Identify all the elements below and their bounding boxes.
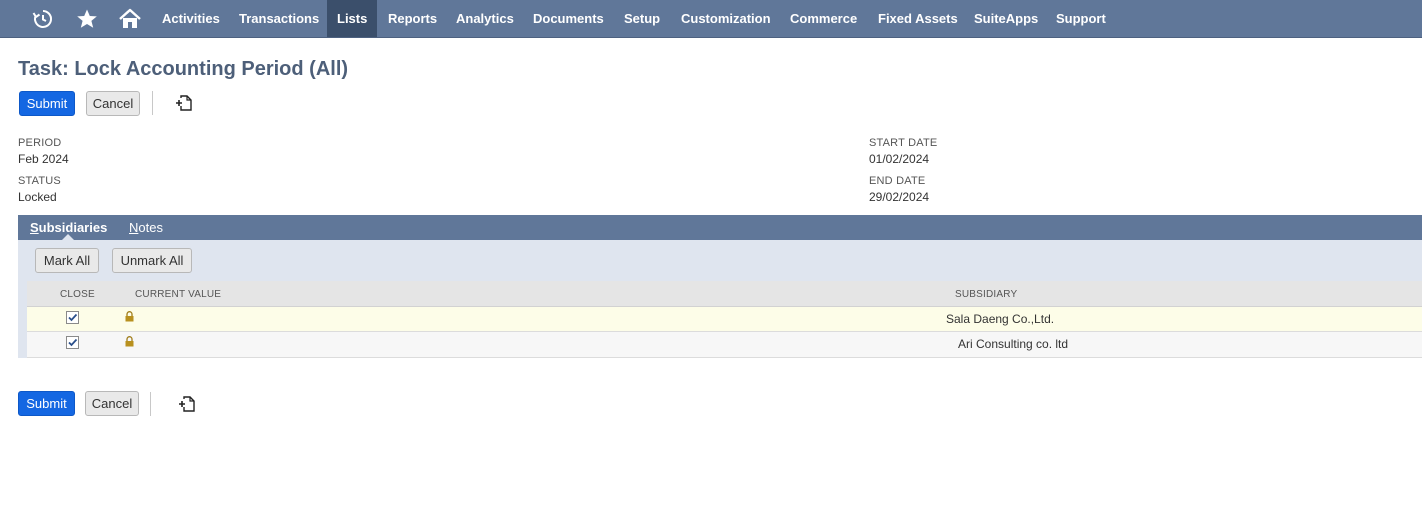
nav-reports[interactable]: Reports bbox=[378, 0, 447, 37]
nav-commerce[interactable]: Commerce bbox=[780, 0, 867, 37]
cancel-button-bottom[interactable]: Cancel bbox=[85, 391, 139, 416]
start-date-value: 01/02/2024 bbox=[869, 152, 930, 166]
nav-setup[interactable]: Setup bbox=[614, 0, 670, 37]
period-label: PERIOD bbox=[18, 137, 62, 149]
cancel-button[interactable]: Cancel bbox=[86, 91, 140, 116]
nav-transactions[interactable]: Transactions bbox=[229, 0, 329, 37]
start-date-label: START DATE bbox=[869, 137, 938, 149]
nav-support[interactable]: Support bbox=[1046, 0, 1116, 37]
nav-customization[interactable]: Customization bbox=[671, 0, 781, 37]
new-document-icon[interactable] bbox=[175, 94, 193, 112]
star-icon[interactable] bbox=[74, 0, 100, 37]
unmark-all-button[interactable]: Unmark All bbox=[112, 248, 192, 273]
mark-all-button[interactable]: Mark All bbox=[35, 248, 99, 273]
toolbar-divider bbox=[150, 392, 151, 416]
tab-subsidiaries-accesskey: S bbox=[30, 220, 39, 235]
lock-icon bbox=[125, 311, 134, 322]
close-checkbox[interactable] bbox=[66, 336, 79, 349]
page-title: Task: Lock Accounting Period (All) bbox=[18, 58, 349, 80]
tab-notes[interactable]: Notes bbox=[129, 215, 163, 240]
subsidiary-name: Sala Daeng Co.,Ltd. bbox=[946, 312, 1055, 326]
nav-documents[interactable]: Documents bbox=[523, 0, 614, 37]
new-document-icon[interactable] bbox=[178, 395, 196, 413]
sublist-frame bbox=[18, 240, 27, 358]
nav-activities[interactable]: Activities bbox=[152, 0, 230, 37]
tab-subsidiaries-label: ubsidiaries bbox=[38, 220, 108, 235]
lock-icon bbox=[125, 336, 134, 347]
toolbar-divider bbox=[152, 91, 153, 115]
sublist-header: CLOSE CURRENT VALUE SUBSIDIARY bbox=[27, 281, 1422, 307]
end-date-label: END DATE bbox=[869, 175, 926, 187]
status-label: STATUS bbox=[18, 175, 61, 187]
submit-button-bottom[interactable]: Submit bbox=[18, 391, 75, 416]
column-subsidiary[interactable]: SUBSIDIARY bbox=[955, 289, 1017, 300]
sublist-toolbar: Mark All Unmark All bbox=[27, 240, 1422, 281]
submit-button[interactable]: Submit bbox=[19, 91, 75, 116]
tab-notes-accesskey: N bbox=[129, 220, 139, 235]
nav-lists[interactable]: Lists bbox=[327, 0, 377, 37]
global-nav-bar: Activities Transactions Lists Reports An… bbox=[0, 0, 1422, 38]
nav-fixed-assets[interactable]: Fixed Assets bbox=[868, 0, 968, 37]
subsidiary-name: Ari Consulting co. ltd bbox=[958, 337, 1069, 351]
table-row: Sala Daeng Co.,Ltd. bbox=[27, 307, 1422, 332]
home-icon[interactable] bbox=[116, 0, 144, 37]
end-date-value: 29/02/2024 bbox=[869, 190, 930, 204]
table-row: Ari Consulting co. ltd bbox=[27, 332, 1422, 358]
recent-records-icon[interactable] bbox=[30, 0, 56, 37]
status-value: Locked bbox=[18, 190, 57, 204]
period-value: Feb 2024 bbox=[18, 152, 69, 166]
nav-suiteapps[interactable]: SuiteApps bbox=[964, 0, 1048, 37]
tab-notes-label: otes bbox=[138, 220, 163, 235]
column-current-value[interactable]: CURRENT VALUE bbox=[135, 289, 221, 300]
subtab-bar: Subsidiaries Notes bbox=[18, 215, 1422, 240]
column-close[interactable]: CLOSE bbox=[60, 289, 95, 300]
close-checkbox[interactable] bbox=[66, 311, 79, 324]
nav-analytics[interactable]: Analytics bbox=[446, 0, 524, 37]
